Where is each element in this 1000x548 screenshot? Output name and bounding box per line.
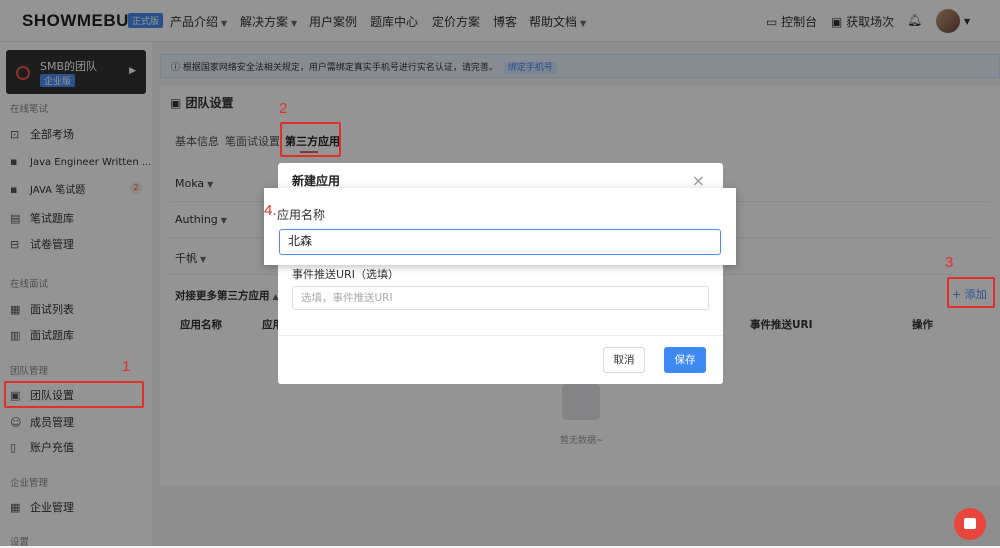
divider (278, 335, 723, 336)
chat-button[interactable] (954, 508, 986, 540)
modal-title: 新建应用 (292, 174, 341, 188)
uri-input[interactable] (292, 286, 709, 310)
annotation-1: 1 (122, 358, 131, 375)
annotation-2: 2 (279, 100, 288, 117)
uri-label: 事件推送URI（选填） (292, 268, 399, 281)
app-name-label: 应用名称 (277, 208, 326, 222)
annotation-box-3 (947, 277, 995, 308)
annotation-box-2 (280, 122, 341, 157)
app-name-highlight: 应用名称 北森 (264, 188, 736, 265)
cancel-button[interactable]: 取消 (603, 347, 645, 373)
annotation-4: 4. (264, 202, 277, 219)
app-name-input[interactable]: 北森 (279, 229, 721, 255)
annotation-box-1 (4, 381, 144, 408)
annotation-3: 3 (945, 254, 954, 271)
chat-icon (964, 518, 976, 529)
save-button[interactable]: 保存 (664, 347, 706, 373)
